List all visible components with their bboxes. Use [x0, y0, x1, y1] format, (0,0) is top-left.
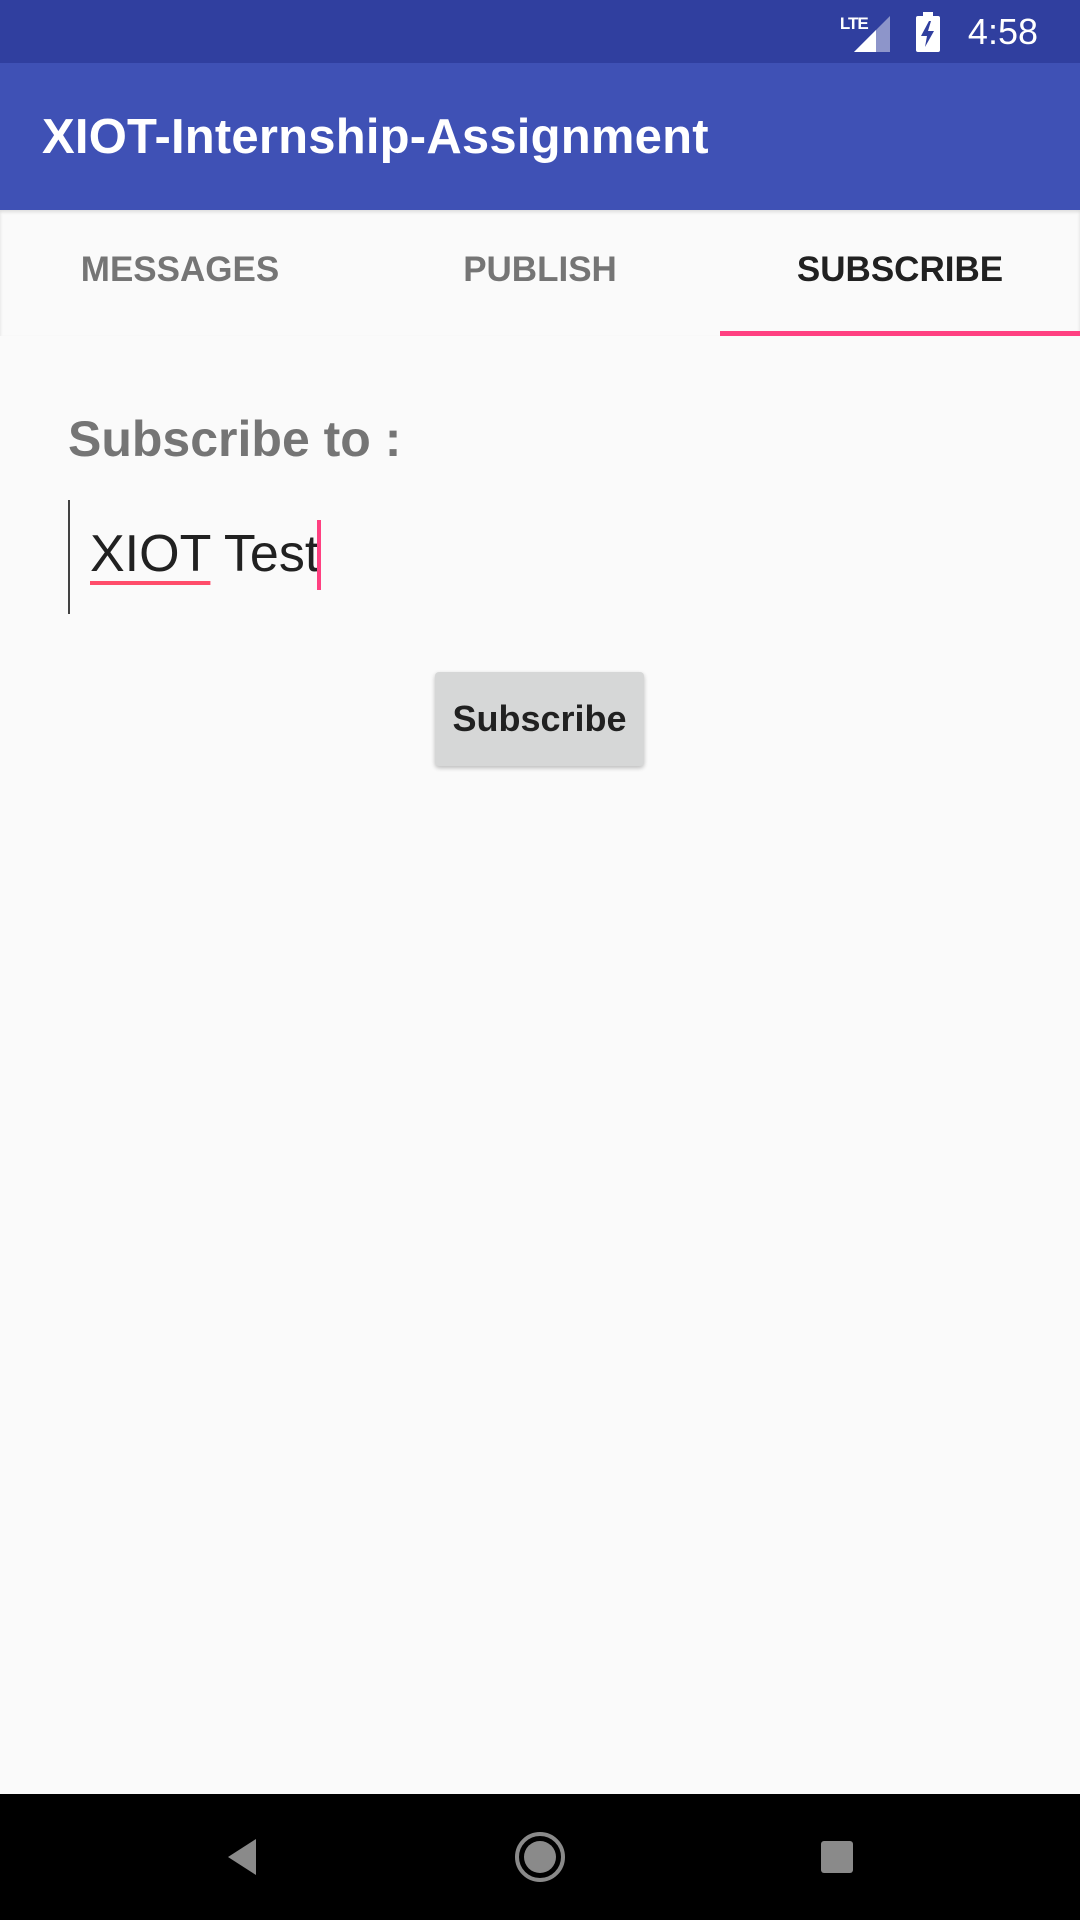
app-title: XIOT-Internship-Assignment [42, 109, 709, 164]
app-bar: XIOT-Internship-Assignment [0, 63, 1080, 210]
text-cursor [317, 519, 322, 590]
topic-input-rest: Test [210, 525, 320, 584]
back-button[interactable] [179, 1794, 305, 1920]
tab-publish[interactable]: PUBLISH [360, 210, 720, 336]
status-clock: 4:58 [967, 10, 1038, 52]
subscribe-button[interactable]: Subscribe [435, 672, 644, 766]
tab-messages[interactable]: MESSAGES [0, 210, 360, 336]
back-icon [228, 1839, 256, 1875]
topic-input-value[interactable]: XIOT Test [90, 519, 322, 590]
lte-signal-icon: LTE [840, 12, 890, 52]
recents-icon [821, 1841, 853, 1873]
tab-bar: MESSAGES PUBLISH SUBSCRIBE [0, 210, 1080, 336]
home-button[interactable] [477, 1794, 603, 1920]
recents-button[interactable] [774, 1794, 900, 1920]
system-navigation-bar [0, 1794, 1080, 1920]
status-bar: LTE 4:58 [0, 0, 1080, 63]
topic-input-field[interactable]: XIOT Test [68, 500, 1012, 614]
tab-subscribe[interactable]: SUBSCRIBE [720, 210, 1080, 336]
home-icon [515, 1832, 565, 1882]
signal-strength-icon [853, 15, 890, 52]
battery-charging-icon [915, 11, 940, 52]
subscribe-to-label: Subscribe to : [68, 411, 402, 467]
spellcheck-underlined-word: XIOT [90, 525, 211, 584]
